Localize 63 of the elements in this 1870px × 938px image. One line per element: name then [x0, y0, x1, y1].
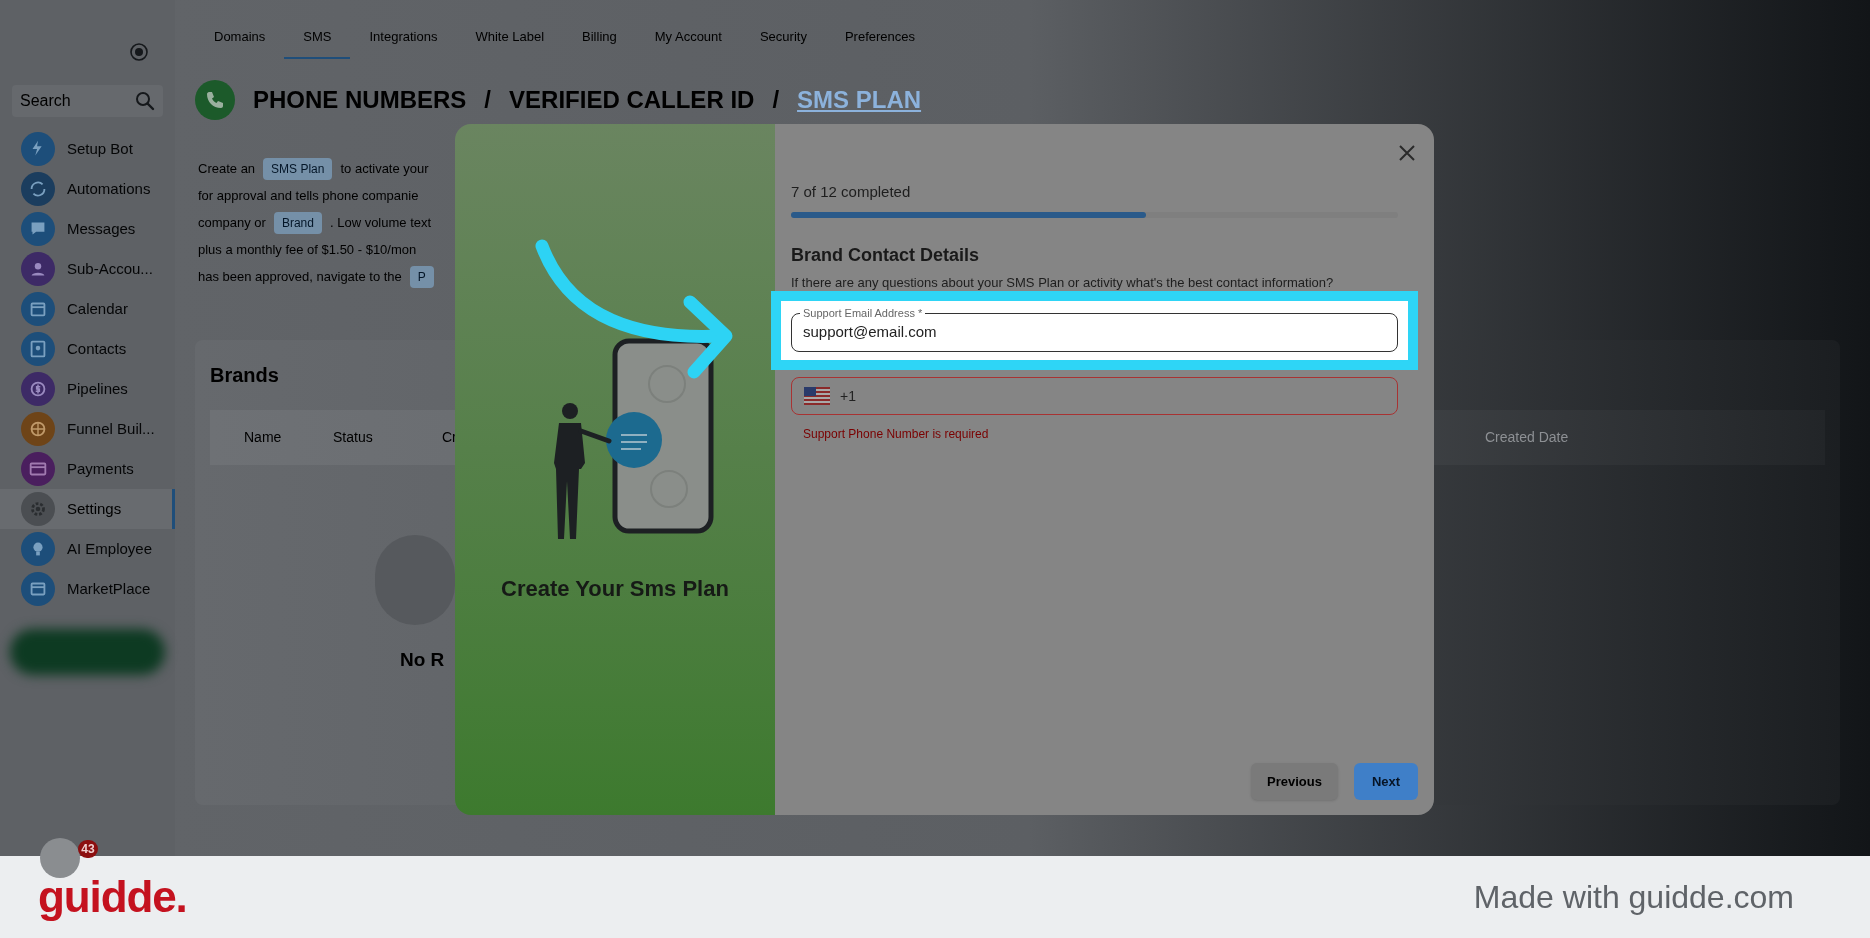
notification-badge: 43: [78, 840, 98, 858]
previous-button[interactable]: Previous: [1251, 763, 1338, 800]
column-header: Created Date: [1485, 428, 1569, 447]
breadcrumb-link[interactable]: SMS PLAN: [797, 82, 922, 118]
error-message: Support Phone Number is required: [803, 426, 990, 443]
field-label: Support Email Address *: [800, 306, 926, 320]
breadcrumb-link[interactable]: VERIFIED CALLER ID: [509, 82, 755, 118]
sidebar-item[interactable]: Automations: [0, 169, 175, 209]
tab[interactable]: Domains: [195, 27, 285, 59]
radio-icon[interactable]: [129, 42, 149, 62]
description-text: . Low volume text: [329, 214, 432, 233]
phone-input[interactable]: +1: [840, 385, 1040, 407]
tab[interactable]: Preferences: [825, 27, 934, 59]
breadcrumb-separator: /: [772, 85, 780, 115]
phone-field[interactable]: +1: [791, 377, 1398, 415]
email-input[interactable]: support@email.com: [803, 321, 1386, 344]
sidebar-item[interactable]: Funnel Buil...: [0, 409, 175, 449]
search-input[interactable]: Search: [20, 89, 130, 113]
sidebar-item[interactable]: Sub-Accou...: [0, 249, 175, 289]
column-header: Cr: [442, 428, 458, 447]
sidebar-item[interactable]: Contacts: [0, 329, 175, 369]
phone-icon: [195, 80, 235, 120]
avatar[interactable]: [40, 838, 80, 878]
sidebar-item[interactable]: Setup Bot: [0, 129, 175, 169]
description-text: plus a monthly fee of $1.50 - $10/mon: [198, 241, 417, 260]
sidebar-item[interactable]: Settings: [0, 489, 175, 529]
column-header: Name: [244, 428, 283, 447]
tab[interactable]: My Account: [635, 27, 741, 59]
search-icon[interactable]: [135, 91, 155, 111]
description-text: Create an: [198, 160, 256, 179]
close-icon[interactable]: [1398, 144, 1416, 162]
panel-title: Create Your Sms Plan: [500, 575, 730, 603]
breadcrumb-separator: /: [484, 85, 492, 115]
column-header: Status: [333, 428, 374, 447]
tag: SMS Plan: [263, 158, 333, 180]
description-text: for approval and tells phone companie: [198, 187, 419, 206]
empty-message: No R: [400, 648, 445, 672]
next-button[interactable]: Next: [1354, 763, 1418, 800]
progress-text: 7 of 12 completed: [791, 182, 912, 202]
tag: P: [409, 266, 434, 288]
question-text: If there are any questions about your SMS Plan or activity what's the best contact information?: [791, 275, 1335, 291]
search-field[interactable]: Search: [12, 85, 163, 117]
tag: Brand: [273, 212, 322, 234]
sidebar-item[interactable]: MarketPlace: [0, 569, 175, 609]
footer-text: Made with guidde.com: [1473, 878, 1794, 917]
us-flag-icon[interactable]: [804, 387, 830, 405]
tab[interactable]: Integrations: [350, 27, 457, 59]
sidebar-item[interactable]: Messages: [0, 209, 175, 249]
description-text: to activate your: [340, 160, 429, 179]
logo: guidde.: [38, 871, 187, 923]
sidebar-item[interactable]: Calendar: [0, 289, 175, 329]
description-text: company or: [198, 214, 266, 233]
sidebar-item[interactable]: Pipelines: [0, 369, 175, 409]
sidebar-item[interactable]: AI Employee: [0, 529, 175, 569]
tab[interactable]: Security: [740, 27, 826, 59]
sidebar-item[interactable]: Payments: [0, 449, 175, 489]
tab[interactable]: SMS: [284, 27, 351, 59]
description-text: has been approved, navigate to the: [198, 268, 402, 287]
section-title: Brand Contact Details: [791, 244, 981, 267]
tab[interactable]: Billing: [563, 27, 636, 59]
breadcrumb-link[interactable]: PHONE NUMBERS: [253, 82, 467, 118]
card-title: Brands: [210, 363, 279, 388]
tab[interactable]: White Label: [456, 27, 564, 59]
